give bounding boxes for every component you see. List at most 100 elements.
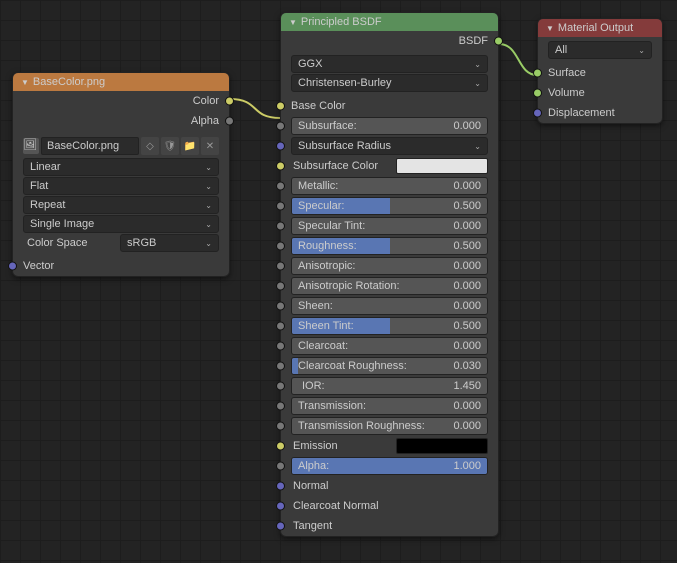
collapse-icon[interactable]: ▼ [21,78,29,87]
input-subsurface-color[interactable]: Subsurface Color [281,156,498,176]
image-icon: 🖼 [23,138,39,154]
value-slider[interactable]: Transmission Roughness:0.000 [291,417,488,435]
socket-icon[interactable] [533,109,542,118]
value-slider[interactable]: Specular Tint:0.000 [291,217,488,235]
value-slider[interactable]: Clearcoat:0.000 [291,337,488,355]
value-slider[interactable]: IOR:1.450 [291,377,488,395]
node-principled-bsdf[interactable]: ▼Principled BSDF BSDF GGX⌄ Christensen-B… [280,12,499,537]
projection-select[interactable]: Flat⌄ [23,177,219,195]
input-normal[interactable]: Normal [281,476,498,496]
color-swatch[interactable] [396,438,488,454]
socket-icon[interactable] [276,402,285,411]
value-slider[interactable]: Transmission:0.000 [291,397,488,415]
image-browse[interactable]: 🖼BaseColor.png◇🛡📁✕ [23,136,219,156]
input-transmission-roughness-[interactable]: Transmission Roughness:0.000 [281,416,498,436]
value-slider[interactable]: Metallic:0.000 [291,177,488,195]
input-sheen-tint-[interactable]: Sheen Tint:0.500 [281,316,498,336]
input-anisotropic-rotation-[interactable]: Anisotropic Rotation:0.000 [281,276,498,296]
input-displacement[interactable]: Displacement [538,103,662,123]
input-subsurface-radius[interactable]: Subsurface Radius⌄ [281,136,498,156]
select[interactable]: Subsurface Radius⌄ [291,137,488,155]
input-sheen-[interactable]: Sheen:0.000 [281,296,498,316]
interpolation-select[interactable]: Linear⌄ [23,158,219,176]
socket-icon[interactable] [276,302,285,311]
users-button[interactable]: ◇ [141,137,159,155]
collapse-icon[interactable]: ▼ [546,24,554,33]
fake-user-button[interactable]: 🛡 [161,137,179,155]
socket-icon[interactable] [533,89,542,98]
node-header[interactable]: ▼Principled BSDF [281,13,498,31]
socket-icon[interactable] [276,182,285,191]
socket-icon[interactable] [276,382,285,391]
socket-icon[interactable] [276,122,285,131]
unlink-button[interactable]: ✕ [201,137,219,155]
input-clearcoat-[interactable]: Clearcoat:0.000 [281,336,498,356]
socket-icon[interactable] [276,142,285,151]
distribution-select[interactable]: GGX⌄ [291,55,488,73]
value-slider[interactable]: Anisotropic Rotation:0.000 [291,277,488,295]
value-slider[interactable]: Alpha:1.000 [291,457,488,475]
output-color[interactable]: Color [13,91,229,111]
node-header[interactable]: ▼Material Output [538,19,662,37]
value-slider[interactable]: Roughness:0.500 [291,237,488,255]
value-slider[interactable]: Anisotropic:0.000 [291,257,488,275]
target-select[interactable]: All⌄ [548,41,652,59]
socket-icon[interactable] [225,117,234,126]
color-swatch[interactable] [396,158,488,174]
input-surface[interactable]: Surface [538,63,662,83]
socket-icon[interactable] [276,522,285,531]
socket-icon[interactable] [276,202,285,211]
socket-icon[interactable] [533,69,542,78]
colorspace-select[interactable]: sRGB⌄ [120,234,219,252]
value-slider[interactable]: Sheen:0.000 [291,297,488,315]
socket-icon[interactable] [276,282,285,291]
socket-icon[interactable] [8,262,17,271]
input-roughness-[interactable]: Roughness:0.500 [281,236,498,256]
open-button[interactable]: 📁 [181,137,199,155]
socket-icon[interactable] [276,502,285,511]
input-emission[interactable]: Emission [281,436,498,456]
input-ior-[interactable]: IOR:1.450 [281,376,498,396]
input-base-color[interactable]: Base Color [281,96,498,116]
output-bsdf[interactable]: BSDF [281,31,498,51]
node-material-output[interactable]: ▼Material Output All⌄ Surface Volume Dis… [537,18,663,124]
socket-icon[interactable] [276,102,285,111]
node-header[interactable]: ▼BaseColor.png [13,73,229,91]
socket-icon[interactable] [276,262,285,271]
input-volume[interactable]: Volume [538,83,662,103]
socket-icon[interactable] [276,342,285,351]
input-specular-[interactable]: Specular:0.500 [281,196,498,216]
input-tangent[interactable]: Tangent [281,516,498,536]
socket-icon[interactable] [225,97,234,106]
socket-icon[interactable] [276,162,285,171]
output-alpha[interactable]: Alpha [13,111,229,131]
input-metallic-[interactable]: Metallic:0.000 [281,176,498,196]
input-specular-tint-[interactable]: Specular Tint:0.000 [281,216,498,236]
socket-icon[interactable] [276,422,285,431]
input-clearcoat-normal[interactable]: Clearcoat Normal [281,496,498,516]
value-slider[interactable]: Sheen Tint:0.500 [291,317,488,335]
input-clearcoat-roughness-[interactable]: Clearcoat Roughness:0.030 [281,356,498,376]
socket-icon[interactable] [276,362,285,371]
socket-icon[interactable] [276,322,285,331]
socket-icon[interactable] [276,442,285,451]
extension-select[interactable]: Repeat⌄ [23,196,219,214]
input-anisotropic-[interactable]: Anisotropic:0.000 [281,256,498,276]
image-name-field[interactable]: BaseColor.png [41,137,139,155]
input-subsurface-[interactable]: Subsurface:0.000 [281,116,498,136]
socket-icon[interactable] [276,242,285,251]
socket-icon[interactable] [276,482,285,491]
source-select[interactable]: Single Image⌄ [23,215,219,233]
input-alpha-[interactable]: Alpha:1.000 [281,456,498,476]
sss-method-select[interactable]: Christensen-Burley⌄ [291,74,488,92]
socket-icon[interactable] [494,37,503,46]
socket-icon[interactable] [276,222,285,231]
value-slider[interactable]: Subsurface:0.000 [291,117,488,135]
node-image-texture[interactable]: ▼BaseColor.png Color Alpha 🖼BaseColor.pn… [12,72,230,277]
input-vector[interactable]: Vector [13,256,229,276]
socket-icon[interactable] [276,462,285,471]
value-slider[interactable]: Specular:0.500 [291,197,488,215]
collapse-icon[interactable]: ▼ [289,18,297,27]
value-slider[interactable]: Clearcoat Roughness:0.030 [291,357,488,375]
input-transmission-[interactable]: Transmission:0.000 [281,396,498,416]
